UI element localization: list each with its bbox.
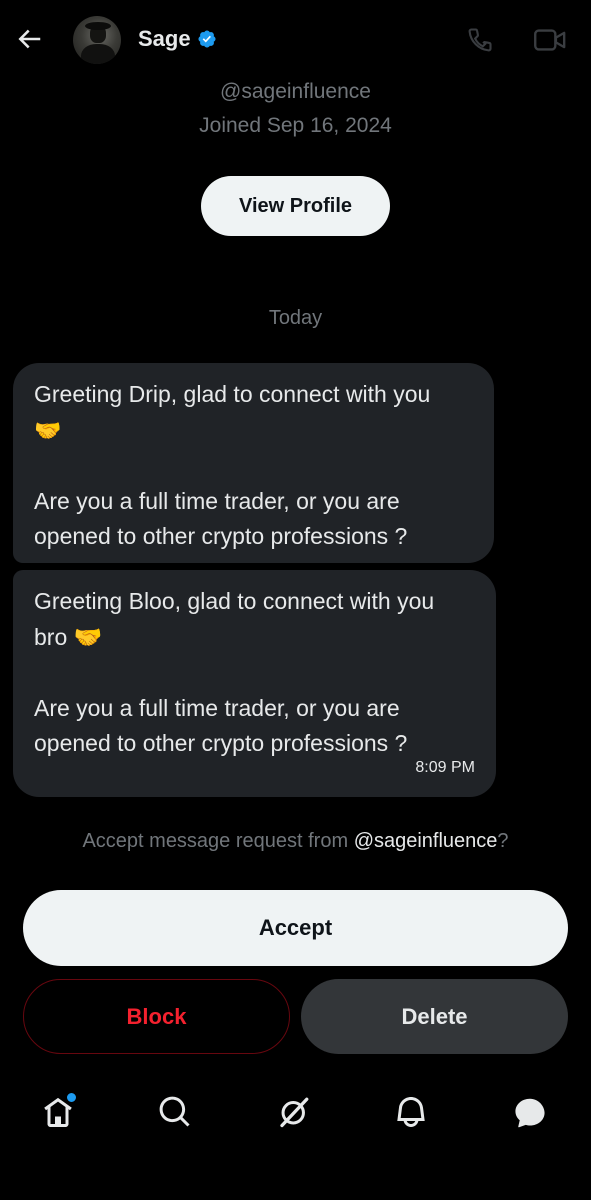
view-profile-button[interactable]: View Profile bbox=[201, 176, 390, 236]
contact-name: Sage bbox=[138, 26, 191, 51]
message-text: Greeting Drip, glad to connect with you bbox=[34, 381, 431, 407]
block-button[interactable]: Block bbox=[23, 979, 290, 1054]
verified-badge-icon bbox=[198, 30, 216, 48]
message-text: bro 🤝 bbox=[34, 623, 103, 650]
bottom-nav bbox=[0, 1080, 591, 1150]
grok-icon bbox=[280, 1097, 309, 1128]
request-handle[interactable]: @sageinfluence bbox=[354, 830, 498, 852]
message-text: Are you a full time trader, or you are bbox=[34, 487, 400, 514]
nav-messages[interactable] bbox=[511, 1094, 551, 1134]
handshake-emoji: 🤝 bbox=[34, 417, 62, 443]
notifications-bell-icon bbox=[397, 1097, 425, 1127]
search-icon bbox=[159, 1096, 190, 1127]
message-bubble[interactable]: Greeting Bloo, glad to connect with you … bbox=[13, 570, 496, 797]
message-text: Greeting Bloo, glad to connect with you bbox=[34, 588, 435, 614]
conversation-header: Sage bbox=[0, 0, 591, 80]
date-separator: Today bbox=[268, 307, 323, 329]
request-prefix: Accept message request from bbox=[82, 830, 354, 852]
back-arrow-icon[interactable] bbox=[14, 24, 44, 54]
nav-notifications[interactable] bbox=[393, 1094, 433, 1134]
contact-name-area[interactable]: Sage bbox=[138, 26, 217, 52]
message-text: opened to other crypto professions ? bbox=[34, 523, 408, 549]
message-text: opened to other crypto professions ? bbox=[34, 730, 408, 756]
message-request-prompt: Accept message request from @sageinfluen… bbox=[0, 830, 591, 853]
messages-icon bbox=[515, 1098, 545, 1128]
delete-button[interactable]: Delete bbox=[301, 979, 568, 1054]
notification-dot bbox=[66, 1092, 77, 1103]
accept-button[interactable]: Accept bbox=[23, 890, 568, 966]
video-camera-icon[interactable] bbox=[533, 27, 567, 53]
message-text: Are you a full time trader, or you are bbox=[34, 694, 400, 721]
nav-home[interactable] bbox=[40, 1092, 80, 1134]
nav-search[interactable] bbox=[157, 1094, 197, 1134]
phone-icon[interactable] bbox=[466, 26, 494, 54]
message-bubble[interactable]: Greeting Drip, glad to connect with you … bbox=[13, 363, 494, 563]
message-timestamp: 8:09 PM bbox=[415, 758, 475, 776]
avatar[interactable] bbox=[73, 16, 121, 64]
request-suffix: ? bbox=[497, 830, 509, 852]
nav-grok[interactable] bbox=[276, 1094, 316, 1134]
profile-handle: @sageinfluence bbox=[220, 80, 371, 103]
profile-joined-date: Joined Sep 16, 2024 bbox=[199, 114, 392, 137]
